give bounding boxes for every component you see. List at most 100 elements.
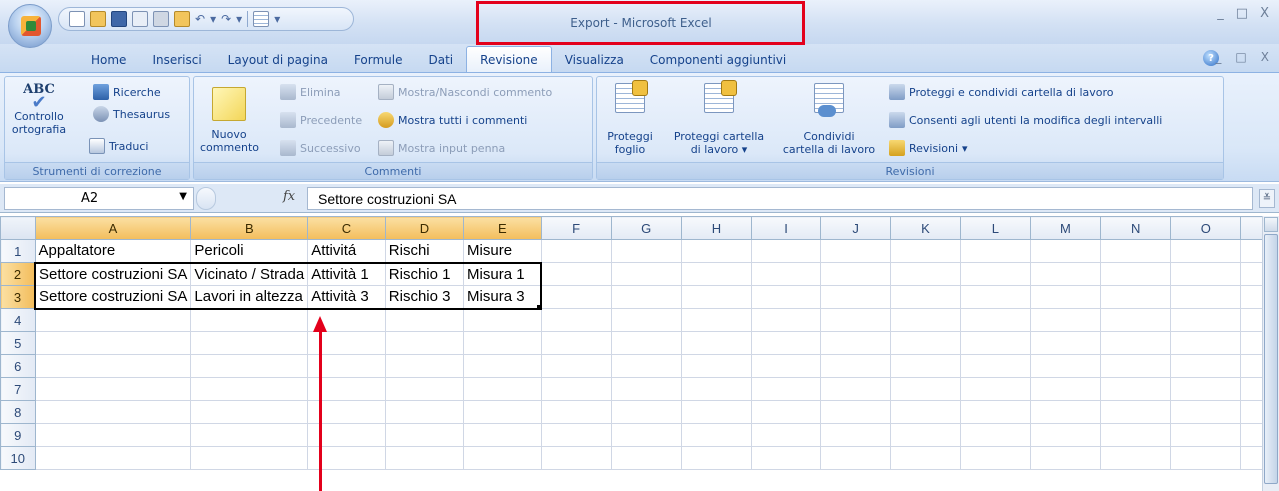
cell[interactable] [463, 400, 542, 424]
row-header[interactable]: 8 [0, 400, 36, 424]
tab-revisione[interactable]: Revisione [466, 46, 552, 72]
cell[interactable] [1100, 446, 1172, 470]
customize-qat-icon[interactable]: ▾ [274, 12, 280, 26]
cell[interactable] [750, 423, 822, 447]
new-document-icon[interactable] [69, 11, 85, 27]
cell[interactable] [889, 331, 961, 355]
show-hide-comment-button[interactable]: Mostra/Nascondi commento [378, 84, 552, 100]
cell[interactable] [1029, 262, 1102, 286]
open-folder-icon[interactable] [90, 11, 106, 27]
cell[interactable] [384, 354, 465, 378]
cell-d3[interactable]: Rischio 3 [384, 285, 465, 310]
cell-c1[interactable]: Attivitá [307, 239, 386, 263]
cell-d2[interactable]: Rischio 1 [384, 261, 465, 286]
cell[interactable] [1170, 308, 1242, 332]
fill-handle[interactable] [536, 303, 540, 307]
cell-e2[interactable]: Misura 1 [463, 261, 543, 286]
cell[interactable] [680, 262, 752, 286]
cell[interactable] [680, 285, 752, 309]
cell-e1[interactable]: Misure [463, 239, 542, 263]
previous-comment-button[interactable]: Precedente [280, 112, 362, 128]
cell[interactable] [1100, 331, 1172, 355]
cell[interactable] [463, 354, 542, 378]
column-header-a[interactable]: A [34, 216, 192, 240]
redo-dropdown-icon[interactable]: ▾ [236, 12, 242, 26]
cell[interactable] [680, 331, 752, 355]
cell[interactable] [34, 308, 192, 332]
protect-sheet-button[interactable]: Proteggi foglio [603, 80, 657, 156]
cell[interactable] [190, 354, 309, 378]
redo-icon[interactable]: ↷ [221, 12, 231, 26]
cell[interactable] [610, 446, 682, 470]
row-header[interactable]: 9 [0, 423, 36, 447]
cell[interactable] [959, 262, 1031, 286]
new-comment-button[interactable]: Nuovo commento [200, 87, 259, 154]
cell[interactable] [34, 354, 192, 378]
row-header[interactable]: 5 [0, 331, 36, 355]
column-header-f[interactable]: F [540, 216, 612, 240]
cell[interactable] [610, 354, 682, 378]
insert-function-icon[interactable]: fx [283, 189, 295, 204]
cell[interactable] [750, 308, 822, 332]
maximize-button[interactable]: □ [1236, 6, 1248, 21]
cell[interactable] [959, 308, 1031, 332]
cell[interactable] [463, 331, 542, 355]
tab-layout[interactable]: Layout di pagina [215, 48, 341, 72]
cell-a1[interactable]: Appaltatore [34, 239, 192, 263]
cell[interactable] [384, 446, 465, 470]
row-header[interactable]: 3 [0, 285, 36, 309]
cell[interactable] [1170, 331, 1242, 355]
tab-formule[interactable]: Formule [341, 48, 416, 72]
cell[interactable] [1170, 285, 1242, 309]
column-header-m[interactable]: M [1029, 216, 1102, 240]
form-icon[interactable] [253, 11, 270, 27]
cell[interactable] [1170, 446, 1242, 470]
cell[interactable] [820, 331, 891, 355]
name-box-splitter[interactable] [196, 187, 216, 210]
delete-comment-button[interactable]: Elimina [280, 84, 341, 100]
cell[interactable] [750, 446, 822, 470]
cell[interactable] [610, 400, 682, 424]
cell[interactable] [680, 423, 752, 447]
cell[interactable] [190, 331, 309, 355]
cell[interactable] [1100, 377, 1172, 401]
expand-formula-bar-icon[interactable]: ≚ [1259, 189, 1275, 208]
select-all-corner[interactable] [0, 216, 36, 240]
cell[interactable] [190, 446, 309, 470]
cell[interactable] [750, 354, 822, 378]
cell[interactable] [889, 239, 961, 263]
row-header[interactable]: 10 [0, 446, 36, 470]
cell[interactable] [540, 423, 612, 447]
cell[interactable] [190, 377, 309, 401]
workbook-minimize-button[interactable]: _ [1215, 50, 1221, 64]
translate-button[interactable]: Traduci [89, 138, 148, 154]
cell[interactable] [384, 308, 465, 332]
cell[interactable] [1100, 308, 1172, 332]
cell[interactable] [889, 377, 961, 401]
open-recent-icon[interactable] [174, 11, 190, 27]
cell[interactable] [463, 377, 542, 401]
cell[interactable] [540, 308, 612, 332]
cell-e3[interactable]: Misura 3 [463, 285, 543, 310]
minimize-button[interactable]: _ [1217, 6, 1224, 21]
cell[interactable] [820, 285, 891, 309]
cell[interactable] [889, 354, 961, 378]
column-header-e[interactable]: E [463, 216, 542, 240]
cell[interactable] [750, 262, 822, 286]
cell[interactable] [610, 377, 682, 401]
cell[interactable] [959, 446, 1031, 470]
cell[interactable] [889, 400, 961, 424]
cell[interactable] [1029, 377, 1102, 401]
name-box[interactable]: A2 ▼ [4, 187, 194, 210]
formula-input[interactable]: Settore costruzioni SA [307, 187, 1253, 210]
cell[interactable] [750, 377, 822, 401]
cell[interactable] [540, 400, 612, 424]
cell[interactable] [384, 400, 465, 424]
cell[interactable] [1170, 377, 1242, 401]
cell[interactable] [610, 262, 682, 286]
cell[interactable] [820, 423, 891, 447]
spelling-button[interactable]: ABC ✔ Controllo ortografia [11, 83, 67, 136]
cell[interactable] [889, 446, 961, 470]
cell[interactable] [959, 239, 1031, 263]
cell[interactable] [540, 331, 612, 355]
